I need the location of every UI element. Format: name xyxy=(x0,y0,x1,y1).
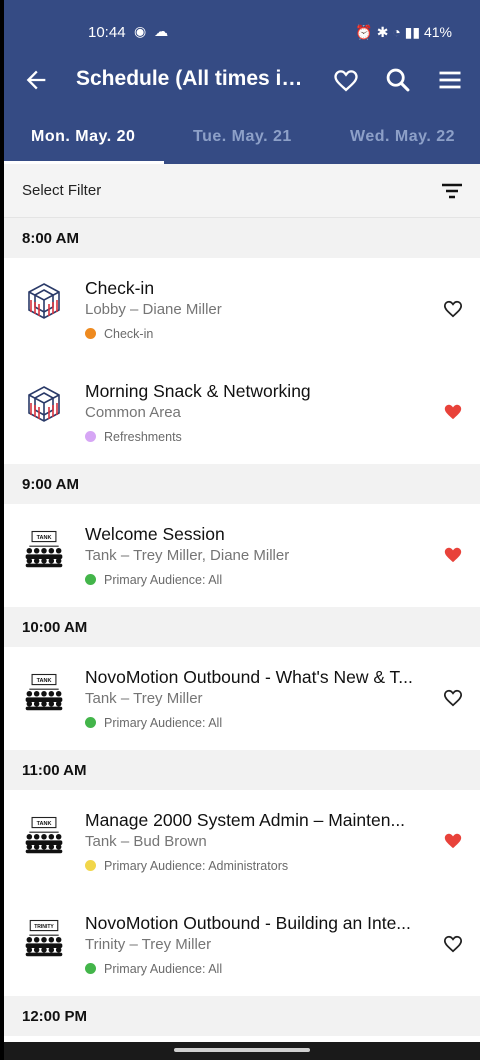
tag-dot xyxy=(85,860,96,871)
session-title: Manage 2000 System Admin – Mainten... xyxy=(85,810,406,830)
heart-icon[interactable] xyxy=(332,66,360,94)
tag-dot xyxy=(85,574,96,585)
back-arrow-icon[interactable] xyxy=(22,66,50,94)
tag-label: Primary Audience: Administrators xyxy=(104,859,289,873)
tag-label: Check-in xyxy=(104,327,154,341)
tab-wed-may-22[interactable]: Wed. May. 22 xyxy=(350,128,455,146)
time-header: 11:00 AM xyxy=(4,750,480,790)
time-label: 11:00 AM xyxy=(22,762,87,779)
date-tabs: Mon. May. 20 Tue. May. 21 Wed. May. 22 xyxy=(4,106,480,164)
favorite-heart-outline-icon[interactable] xyxy=(442,298,464,318)
app-frame: 10:44 ◉ ☁ ⏰ ✱ ◔ ▮▮ 41% Schedule (All tim… xyxy=(4,0,480,1060)
filter-icon[interactable] xyxy=(440,180,464,202)
session-item[interactable]: TANK Welcome Session Tank – Trey Miller,… xyxy=(4,504,480,607)
tag-dot xyxy=(85,328,96,339)
session-item[interactable]: Check-in Lobby – Diane Miller Check-in xyxy=(4,258,480,361)
time-label: 10:00 AM xyxy=(22,619,88,636)
session-location: Lobby – Diane Miller xyxy=(85,301,222,318)
tab-tue-may-21[interactable]: Tue. May. 21 xyxy=(193,128,292,146)
session-location: Tank – Trey Miller xyxy=(85,690,203,707)
tag-label: Primary Audience: All xyxy=(104,962,223,976)
tag-label: Primary Audience: All xyxy=(104,573,223,587)
tag-label: Refreshments xyxy=(104,430,182,444)
favorite-heart-filled-icon[interactable] xyxy=(442,401,464,421)
session-tag: Primary Audience: All xyxy=(85,962,222,976)
status-right-icons: ⏰ ✱ ◔ ▮▮ 41% xyxy=(355,24,452,40)
session-item[interactable]: Morning Snack & Networking Common Area R… xyxy=(4,361,480,464)
tag-dot xyxy=(85,963,96,974)
svg-text:TRINITY: TRINITY xyxy=(34,924,54,930)
session-tag: Refreshments xyxy=(85,430,182,444)
time-header: 8:00 AM xyxy=(4,218,480,258)
session-title: NovoMotion Outbound - Building an Inte..… xyxy=(85,913,411,933)
session-location: Tank – Trey Miller, Diane Miller xyxy=(85,547,290,564)
search-icon[interactable] xyxy=(384,66,412,94)
time-label: 12:00 PM xyxy=(22,1008,88,1025)
room-audience-icon: TRINITY xyxy=(25,919,63,957)
tag-label: Primary Audience: All xyxy=(104,716,223,730)
tag-dot xyxy=(85,431,96,442)
status-left-icons: ◉ ☁ xyxy=(134,23,171,39)
session-item[interactable]: TANK NovoMotion Outbound - What's New & … xyxy=(4,647,480,750)
time-header: 12:00 PM xyxy=(4,996,480,1036)
session-location: Trinity – Trey Miller xyxy=(85,936,212,953)
favorite-heart-filled-icon[interactable] xyxy=(442,830,464,850)
time-header: 9:00 AM xyxy=(4,464,480,504)
session-tag: Primary Audience: All xyxy=(85,716,222,730)
app-bar: Schedule (All times in ... xyxy=(4,58,480,106)
favorite-heart-outline-icon[interactable] xyxy=(442,687,464,707)
session-location: Common Area xyxy=(85,404,181,421)
menu-icon[interactable] xyxy=(436,66,464,94)
room-audience-icon: TANK xyxy=(25,673,63,711)
time-label: 9:00 AM xyxy=(22,476,79,493)
filter-bar[interactable]: Select Filter xyxy=(4,164,480,218)
session-tag: Check-in xyxy=(85,327,153,341)
tag-dot xyxy=(85,717,96,728)
svg-text:TANK: TANK xyxy=(37,821,52,827)
room-audience-icon: TANK xyxy=(25,816,63,854)
system-navigation-bar xyxy=(4,1042,480,1060)
tab-mon-may-20[interactable]: Mon. May. 20 xyxy=(31,128,135,146)
conference-logo-icon xyxy=(28,386,60,422)
session-title: Welcome Session xyxy=(85,524,225,544)
home-gesture-handle[interactable] xyxy=(174,1048,310,1052)
conference-logo-icon xyxy=(28,283,60,319)
favorite-heart-outline-icon[interactable] xyxy=(442,933,464,953)
session-tag: Primary Audience: All xyxy=(85,573,222,587)
time-label: 8:00 AM xyxy=(22,230,79,247)
svg-text:TANK: TANK xyxy=(37,535,52,541)
room-audience-icon: TANK xyxy=(25,530,63,568)
session-location: Tank – Bud Brown xyxy=(85,833,207,850)
svg-text:TANK: TANK xyxy=(37,678,52,684)
session-item[interactable]: TRINITY NovoMotion Outbound - Building a… xyxy=(4,893,480,996)
page-title: Schedule (All times in ... xyxy=(76,67,312,90)
session-title: Check-in xyxy=(85,278,155,298)
select-filter-label[interactable]: Select Filter xyxy=(22,182,101,199)
favorite-heart-filled-icon[interactable] xyxy=(442,544,464,564)
status-bar: 10:44 ◉ ☁ ⏰ ✱ ◔ ▮▮ 41% xyxy=(4,0,480,58)
session-item[interactable]: TANK Manage 2000 System Admin – Mainten.… xyxy=(4,790,480,893)
session-title: Morning Snack & Networking xyxy=(85,381,311,401)
time-header: 10:00 AM xyxy=(4,607,480,647)
status-time: 10:44 xyxy=(88,24,126,41)
session-tag: Primary Audience: Administrators xyxy=(85,859,288,873)
session-title: NovoMotion Outbound - What's New & T... xyxy=(85,667,413,687)
